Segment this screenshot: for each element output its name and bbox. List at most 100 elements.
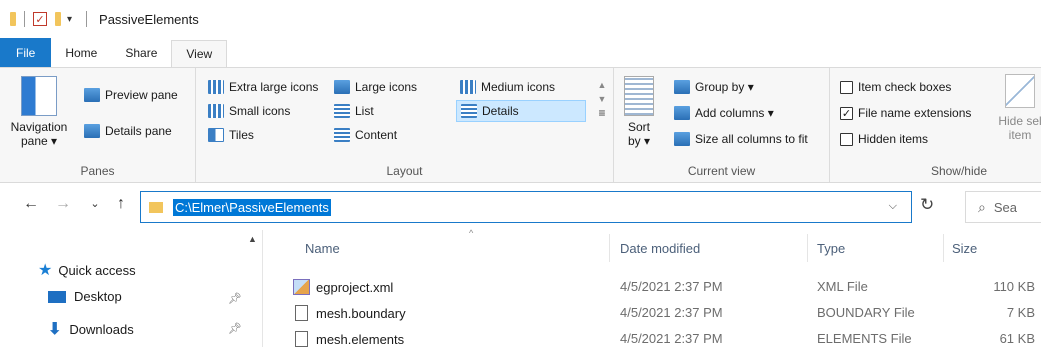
- layout-details[interactable]: Details: [456, 100, 586, 122]
- layout-content[interactable]: Content: [334, 128, 397, 142]
- address-bar[interactable]: C:\Elmer\PassiveElements ⌵: [140, 191, 912, 223]
- size-columns-icon: [674, 132, 690, 146]
- group-by-button[interactable]: Group by ▾: [674, 80, 754, 94]
- file-icon: [295, 305, 308, 321]
- tab-share[interactable]: Share: [111, 38, 171, 67]
- quick-access-toolbar-dropdown-icon[interactable]: ▾: [67, 14, 72, 25]
- expand-gallery-icon[interactable]: ≡: [598, 106, 605, 120]
- checkbox-unchecked[interactable]: [840, 80, 853, 94]
- layout-small-icons[interactable]: Small icons: [208, 104, 290, 118]
- large-icons-icon: [334, 80, 350, 94]
- file-list: ^ Name Date modified Type Size egproject…: [263, 228, 1041, 347]
- address-row: ← → ⌄ ↑ C:\Elmer\PassiveElements ⌵ ↻ ⌕ S…: [0, 184, 1041, 230]
- preview-pane-icon: [84, 88, 100, 102]
- layout-medium-icons[interactable]: Medium icons: [460, 80, 555, 94]
- column-divider[interactable]: [807, 234, 808, 262]
- table-row[interactable]: mesh.boundary 4/5/2021 2:37 PM BOUNDARY …: [263, 302, 1041, 324]
- show-hide-group-label: Show/hide: [930, 164, 987, 178]
- nav-item-downloads[interactable]: ⬇ Downloads: [48, 319, 134, 339]
- navigation-pane-button[interactable]: Navigation pane ▾: [6, 76, 72, 148]
- checkbox-unchecked[interactable]: [840, 132, 853, 146]
- item-check-boxes-label: Item check boxes: [858, 80, 952, 94]
- file-date: 4/5/2021 2:37 PM: [620, 279, 723, 294]
- size-all-columns-button[interactable]: Size all columns to fit: [674, 132, 808, 146]
- add-columns-button[interactable]: Add columns ▾: [674, 106, 774, 120]
- group-by-icon: [674, 80, 690, 94]
- layout-extra-large-icons[interactable]: Extra large icons: [208, 80, 318, 94]
- properties-check-icon[interactable]: ✓: [33, 12, 47, 26]
- column-header-size[interactable]: Size: [952, 241, 977, 256]
- back-arrow-icon[interactable]: ←: [20, 195, 42, 213]
- folder-icon: [10, 12, 16, 26]
- sort-ascending-icon: ^: [469, 228, 474, 238]
- file-size: 7 KB: [1006, 305, 1035, 320]
- file-date: 4/5/2021 2:37 PM: [620, 331, 723, 346]
- hide-selected-items-button[interactable]: Hide sel item: [990, 74, 1041, 142]
- details-pane-icon: [84, 124, 100, 138]
- table-row[interactable]: egproject.xml 4/5/2021 2:37 PM XML File …: [263, 276, 1041, 298]
- downloads-arrow-icon: ⬇: [48, 321, 62, 338]
- up-arrow-icon[interactable]: ↑: [110, 195, 132, 213]
- new-folder-icon[interactable]: [55, 12, 61, 26]
- search-box[interactable]: ⌕ Sea: [965, 191, 1041, 223]
- preview-pane-label: Preview pane: [105, 88, 178, 102]
- layout-tiles[interactable]: Tiles: [208, 128, 254, 142]
- layout-large-icons[interactable]: Large icons: [334, 80, 417, 94]
- xml-file-icon: [293, 279, 310, 295]
- item-check-boxes-toggle[interactable]: Item check boxes: [840, 80, 951, 94]
- hidden-items-toggle[interactable]: Hidden items: [840, 132, 928, 146]
- divider: [24, 11, 25, 27]
- panes-group-label: Panes: [80, 164, 115, 178]
- column-header-type[interactable]: Type: [817, 241, 845, 256]
- sort-by-button[interactable]: Sort by ▾: [620, 76, 658, 148]
- layout-gallery-scroll[interactable]: ▲ ▼ ≡: [595, 78, 609, 134]
- file-name: egproject.xml: [316, 279, 394, 295]
- hide-selected-label-line2: item: [1008, 128, 1032, 142]
- column-divider[interactable]: [943, 234, 944, 262]
- layout-item-label: Extra large icons: [229, 80, 319, 94]
- forward-arrow-icon[interactable]: →: [52, 195, 74, 213]
- search-placeholder: Sea: [993, 199, 1017, 215]
- checkbox-checked[interactable]: ✓: [840, 106, 853, 120]
- file-type: ELEMENTS File: [817, 331, 912, 346]
- file-name: mesh.elements: [316, 331, 405, 347]
- sort-by-icon: [624, 76, 654, 116]
- tab-view[interactable]: View: [171, 40, 228, 67]
- ribbon-tabs: File Home Share View: [0, 38, 1041, 67]
- folder-icon: [149, 201, 163, 213]
- table-row[interactable]: mesh.elements 4/5/2021 2:37 PM ELEMENTS …: [263, 328, 1041, 347]
- file-date: 4/5/2021 2:37 PM: [620, 305, 723, 320]
- add-columns-label: Add columns: [695, 106, 765, 120]
- navigation-pane-icon: [21, 76, 57, 116]
- address-path[interactable]: C:\Elmer\PassiveElements: [173, 198, 331, 216]
- details-icon: [461, 104, 477, 118]
- navigation-pane: ▲ ★ Quick access Desktop 📌︎ ⬇ Downloads …: [0, 230, 263, 347]
- refresh-icon[interactable]: ↻: [920, 195, 934, 215]
- recent-locations-chevron-icon[interactable]: ⌄: [84, 197, 106, 210]
- preview-pane-button[interactable]: Preview pane: [84, 88, 178, 102]
- star-icon: ★: [38, 262, 53, 279]
- details-pane-button[interactable]: Details pane: [84, 124, 172, 138]
- layout-list[interactable]: List: [334, 104, 374, 118]
- file-size: 110 KB: [993, 279, 1035, 294]
- scroll-down-icon[interactable]: ▼: [598, 92, 607, 106]
- tab-file[interactable]: File: [0, 38, 52, 67]
- nav-item-quick-access[interactable]: ★ Quick access: [38, 260, 136, 280]
- pin-icon[interactable]: 📌︎: [228, 292, 242, 305]
- scroll-up-icon[interactable]: ▲: [598, 78, 607, 92]
- pin-icon[interactable]: 📌︎: [228, 322, 242, 335]
- nav-item-desktop[interactable]: Desktop: [48, 289, 122, 304]
- layout-group: Extra large icons Large icons Medium ico…: [196, 68, 614, 182]
- layout-item-label: Tiles: [229, 128, 254, 142]
- file-name-extensions-toggle[interactable]: ✓ File name extensions: [840, 106, 971, 120]
- column-divider[interactable]: [609, 234, 610, 262]
- scroll-up-icon[interactable]: ▲: [248, 234, 257, 244]
- column-header-name[interactable]: Name: [305, 241, 340, 256]
- panes-group: Navigation pane ▾ Preview pane Details p…: [0, 68, 196, 182]
- address-dropdown-icon[interactable]: ⌵: [889, 200, 897, 213]
- divider: [86, 11, 88, 27]
- file-name-cell: egproject.xml: [293, 279, 393, 295]
- tab-home[interactable]: Home: [51, 38, 111, 67]
- column-header-date-modified[interactable]: Date modified: [620, 241, 700, 256]
- title-bar: ✓ ▾ PassiveElements: [0, 0, 1041, 38]
